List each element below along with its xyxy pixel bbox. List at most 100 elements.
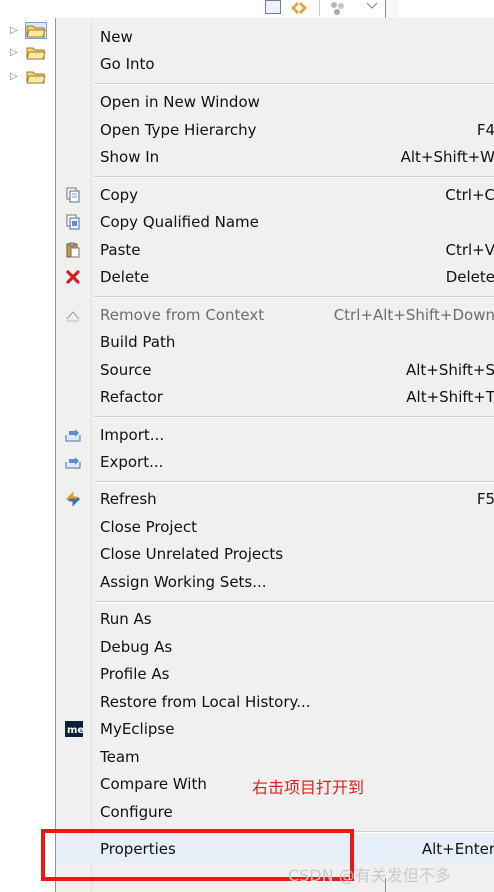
paste-icon — [66, 242, 80, 258]
context-menu: New Go Into Open in New Window Open Type… — [55, 18, 494, 892]
menu-item-source[interactable]: Source Alt+Shift+S — [56, 357, 494, 384]
menu-item-label: Paste — [100, 241, 141, 259]
menu-item-label: Export... — [100, 453, 164, 471]
menu-separator — [94, 297, 494, 298]
menu-item-label: Copy Qualified Name — [100, 213, 259, 231]
menu-item-accelerator: F4 — [476, 121, 494, 139]
chevron-down-icon[interactable] — [365, 0, 379, 12]
collapse-all-icon[interactable] — [265, 0, 281, 14]
link-with-editor-icon[interactable] — [289, 0, 309, 16]
tree-node-project[interactable]: ▷ — [10, 22, 54, 42]
menu-item-accelerator: Alt+Enter — [421, 840, 494, 858]
menu-item-label: Team — [100, 748, 140, 766]
menu-item-close-project[interactable]: Close Project — [56, 514, 494, 541]
menu-item-show-in[interactable]: Show In Alt+Shift+W — [56, 144, 494, 171]
menu-item-open-type-hierarchy[interactable]: Open Type Hierarchy F4 — [56, 117, 494, 144]
tree-node-project[interactable]: ▷ — [10, 68, 54, 88]
menu-item-export[interactable]: Export... — [56, 449, 494, 476]
menu-item-copy-qualified-name[interactable]: Copy Qualified Name — [56, 209, 494, 236]
menu-item-profile-as[interactable]: Profile As — [56, 661, 494, 688]
menu-item-accelerator: Ctrl+C — [445, 186, 494, 204]
menu-separator — [94, 84, 494, 85]
menu-item-label: Build Path — [100, 333, 176, 351]
menu-item-label: Copy — [100, 186, 139, 204]
menu-item-label: Import... — [100, 426, 165, 444]
delete-icon — [66, 270, 80, 284]
menu-item-assign-working-sets[interactable]: Assign Working Sets... — [56, 569, 494, 596]
menu-item-copy[interactable]: Copy Ctrl+C — [56, 182, 494, 209]
watermark: CSDN @有关发但不多 — [288, 866, 451, 885]
menu-item-label: Show In — [100, 148, 160, 166]
menu-item-close-unrelated-projects[interactable]: Close Unrelated Projects — [56, 541, 494, 568]
menu-item-label: Refactor — [100, 388, 163, 406]
remove-from-context-icon — [66, 311, 80, 322]
menu-item-new[interactable]: New — [56, 24, 494, 51]
menu-item-label: Profile As — [100, 665, 170, 683]
project-folder-icon — [25, 22, 47, 39]
menu-item-accelerator: Alt+Shift+W — [400, 148, 494, 166]
menu-item-paste[interactable]: Paste Ctrl+V — [56, 237, 494, 264]
expand-arrow-icon[interactable]: ▷ — [10, 47, 18, 58]
menu-item-label: Compare With — [100, 775, 207, 793]
menu-item-accelerator: Ctrl+V — [445, 241, 494, 259]
tree-node-project[interactable]: ▷ — [10, 44, 54, 64]
menu-item-label: Go Into — [100, 55, 155, 73]
menu-item-label: Delete — [100, 268, 150, 286]
view-toolbar — [255, 0, 395, 18]
project-folder-icon — [26, 47, 46, 60]
menu-separator — [94, 602, 494, 603]
menu-item-label: Assign Working Sets... — [100, 573, 267, 591]
expand-arrow-icon[interactable]: ▷ — [10, 71, 18, 82]
menu-item-remove-from-context: Remove from Context Ctrl+Alt+Shift+Down — [56, 302, 494, 329]
import-icon — [65, 429, 81, 442]
menu-item-label: Configure — [100, 803, 173, 821]
copy-icon — [66, 187, 80, 203]
menu-item-label: New — [100, 28, 133, 46]
menu-item-run-as[interactable]: Run As — [56, 606, 494, 633]
expand-arrow-icon[interactable]: ▷ — [10, 25, 18, 36]
menu-separator — [94, 177, 494, 178]
menu-item-myeclipse[interactable]: me MyEclipse — [56, 716, 494, 743]
menu-item-refactor[interactable]: Refactor Alt+Shift+T — [56, 384, 494, 411]
menu-item-go-into[interactable]: Go Into — [56, 51, 494, 78]
menu-separator — [94, 482, 494, 483]
menu-item-configure[interactable]: Configure — [56, 799, 494, 826]
menu-item-open-in-new-window[interactable]: Open in New Window — [56, 89, 494, 116]
menu-item-accelerator: Alt+Shift+S — [405, 361, 494, 379]
toolbar-separator — [319, 0, 320, 16]
menu-item-label: Debug As — [100, 638, 173, 656]
project-folder-icon — [26, 71, 46, 84]
menu-item-label: MyEclipse — [100, 720, 175, 738]
menu-item-accelerator: Alt+Shift+T — [406, 388, 494, 406]
menu-item-label: Close Unrelated Projects — [100, 545, 284, 563]
export-icon — [65, 457, 81, 469]
menu-item-label: Open Type Hierarchy — [100, 121, 257, 139]
menu-item-label: Remove from Context — [100, 306, 265, 324]
menu-item-refresh[interactable]: Refresh F5 — [56, 486, 494, 513]
menu-item-accelerator: Ctrl+Alt+Shift+Down — [333, 306, 494, 324]
menu-item-build-path[interactable]: Build Path — [56, 329, 494, 356]
menu-item-delete[interactable]: Delete Delete — [56, 264, 494, 291]
menu-item-label: Restore from Local History... — [100, 693, 311, 711]
menu-item-accelerator: F5 — [476, 490, 494, 508]
menu-item-restore-from-local-history[interactable]: Restore from Local History... — [56, 689, 494, 716]
svg-text:me: me — [67, 725, 83, 736]
menu-item-label: Open in New Window — [100, 93, 260, 111]
editor-edge — [385, 878, 399, 892]
menu-item-label: Close Project — [100, 518, 197, 536]
editor-edge — [385, 0, 399, 18]
package-explorer-tree: ▷ ▷ ▷ — [0, 18, 56, 892]
menu-item-debug-as[interactable]: Debug As — [56, 634, 494, 661]
menu-item-label: Source — [100, 361, 152, 379]
menu-item-label: Refresh — [100, 490, 157, 508]
copy-qualified-name-icon — [66, 214, 80, 230]
menu-separator — [94, 417, 494, 418]
menu-item-import[interactable]: Import... — [56, 422, 494, 449]
menu-item-label: Run As — [100, 610, 152, 628]
menu-item-accelerator: Delete — [445, 268, 494, 286]
menu-item-team[interactable]: Team — [56, 744, 494, 771]
refresh-icon — [65, 491, 81, 507]
view-menu-icon[interactable] — [329, 0, 347, 16]
annotation-text: 右击项目打开到 — [252, 778, 365, 797]
myeclipse-icon: me — [65, 721, 83, 737]
